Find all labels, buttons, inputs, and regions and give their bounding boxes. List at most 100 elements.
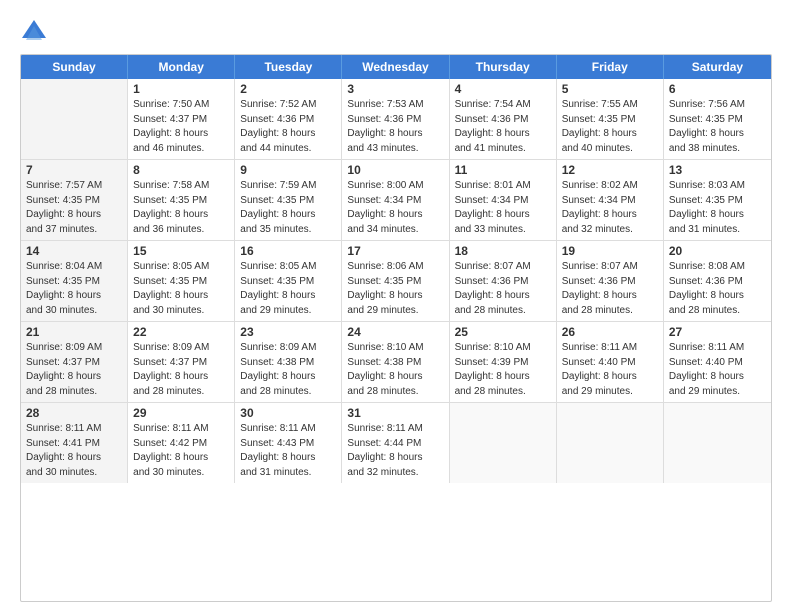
header	[20, 18, 772, 46]
day-number: 18	[455, 244, 551, 258]
day-info: Sunrise: 7:57 AMSunset: 4:35 PMDaylight:…	[26, 179, 122, 237]
calendar-cell: 13Sunrise: 8:03 AMSunset: 4:35 PMDayligh…	[664, 160, 771, 240]
logo-icon	[20, 18, 48, 46]
day-info: Sunrise: 8:00 AMSunset: 4:34 PMDaylight:…	[347, 179, 443, 237]
day-info: Sunrise: 8:05 AMSunset: 4:35 PMDaylight:…	[240, 260, 336, 318]
calendar-cell: 31 Sunrise: 8:11 AMSunset: 4:44 PMDayligh…	[342, 403, 449, 483]
calendar-cell: 9 Sunrise: 7:59 AMSunset: 4:35 PMDaylight…	[235, 160, 342, 240]
calendar-cell: 15Sunrise: 8:05 AMSunset: 4:35 PMDayligh…	[128, 241, 235, 321]
calendar: SundayMondayTuesdayWednesdayThursdayFrid…	[20, 54, 772, 602]
calendar-header: SundayMondayTuesdayWednesdayThursdayFrid…	[21, 55, 771, 79]
day-info: Sunrise: 8:10 AMSunset: 4:38 PMDaylight:…	[347, 341, 443, 399]
day-info: Sunrise: 7:53 AMSunset: 4:36 PMDaylight:…	[347, 98, 443, 156]
day-info: Sunrise: 8:11 AMSunset: 4:40 PMDaylight:…	[669, 341, 766, 399]
calendar-week: 21Sunrise: 8:09 AMSunset: 4:37 PMDayligh…	[21, 322, 771, 403]
calendar-cell: 21Sunrise: 8:09 AMSunset: 4:37 PMDayligh…	[21, 322, 128, 402]
day-info: Sunrise: 7:59 AMSunset: 4:35 PMDaylight:…	[240, 179, 336, 237]
day-number: 31	[347, 406, 443, 420]
day-number: 17	[347, 244, 443, 258]
day-info: Sunrise: 7:54 AMSunset: 4:36 PMDaylight:…	[455, 98, 551, 156]
day-number: 9	[240, 163, 336, 177]
calendar-cell: 26Sunrise: 8:11 AMSunset: 4:40 PMDayligh…	[557, 322, 664, 402]
calendar-cell: 22 Sunrise: 8:09 AMSunset: 4:37 PMDayligh…	[128, 322, 235, 402]
weekday-header: Wednesday	[342, 55, 449, 79]
day-number: 13	[669, 163, 766, 177]
day-info: Sunrise: 7:55 AMSunset: 4:35 PMDaylight:…	[562, 98, 658, 156]
day-info: Sunrise: 8:11 AMSunset: 4:44 PMDaylight:…	[347, 422, 443, 480]
calendar-cell	[664, 403, 771, 483]
day-number: 23	[240, 325, 336, 339]
calendar-cell: 1 Sunrise: 7:50 AMSunset: 4:37 PMDaylight…	[128, 79, 235, 159]
day-info: Sunrise: 8:10 AMSunset: 4:39 PMDaylight:…	[455, 341, 551, 399]
day-number: 8	[133, 163, 229, 177]
calendar-cell: 19 Sunrise: 8:07 AMSunset: 4:36 PMDayligh…	[557, 241, 664, 321]
calendar-page: SundayMondayTuesdayWednesdayThursdayFrid…	[0, 0, 792, 612]
day-number: 7	[26, 163, 122, 177]
day-info: Sunrise: 8:07 AMSunset: 4:36 PMDaylight:…	[455, 260, 551, 318]
day-info: Sunrise: 8:08 AMSunset: 4:36 PMDaylight:…	[669, 260, 766, 318]
day-info: Sunrise: 8:11 AMSunset: 4:42 PMDaylight:…	[133, 422, 229, 480]
calendar-cell: 30 Sunrise: 8:11 AMSunset: 4:43 PMDayligh…	[235, 403, 342, 483]
day-number: 22	[133, 325, 229, 339]
day-number: 30	[240, 406, 336, 420]
calendar-cell: 5 Sunrise: 7:55 AMSunset: 4:35 PMDaylight…	[557, 79, 664, 159]
calendar-week: 28 Sunrise: 8:11 AMSunset: 4:41 PMDayligh…	[21, 403, 771, 483]
calendar-cell: 28 Sunrise: 8:11 AMSunset: 4:41 PMDayligh…	[21, 403, 128, 483]
calendar-week: 1 Sunrise: 7:50 AMSunset: 4:37 PMDaylight…	[21, 79, 771, 160]
day-number: 20	[669, 244, 766, 258]
day-number: 5	[562, 82, 658, 96]
calendar-cell: 20 Sunrise: 8:08 AMSunset: 4:36 PMDayligh…	[664, 241, 771, 321]
calendar-cell	[557, 403, 664, 483]
day-info: Sunrise: 8:01 AMSunset: 4:34 PMDaylight:…	[455, 179, 551, 237]
day-info: Sunrise: 7:58 AMSunset: 4:35 PMDaylight:…	[133, 179, 229, 237]
day-number: 19	[562, 244, 658, 258]
day-info: Sunrise: 8:11 AMSunset: 4:41 PMDaylight:…	[26, 422, 122, 480]
day-info: Sunrise: 7:52 AMSunset: 4:36 PMDaylight:…	[240, 98, 336, 156]
calendar-cell: 24Sunrise: 8:10 AMSunset: 4:38 PMDayligh…	[342, 322, 449, 402]
day-number: 10	[347, 163, 443, 177]
calendar-cell: 25 Sunrise: 8:10 AMSunset: 4:39 PMDayligh…	[450, 322, 557, 402]
calendar-cell: 17Sunrise: 8:06 AMSunset: 4:35 PMDayligh…	[342, 241, 449, 321]
calendar-cell: 3 Sunrise: 7:53 AMSunset: 4:36 PMDaylight…	[342, 79, 449, 159]
day-number: 3	[347, 82, 443, 96]
calendar-cell: 7 Sunrise: 7:57 AMSunset: 4:35 PMDaylight…	[21, 160, 128, 240]
day-info: Sunrise: 8:04 AMSunset: 4:35 PMDaylight:…	[26, 260, 122, 318]
day-number: 2	[240, 82, 336, 96]
calendar-cell: 12Sunrise: 8:02 AMSunset: 4:34 PMDayligh…	[557, 160, 664, 240]
day-info: Sunrise: 8:11 AMSunset: 4:43 PMDaylight:…	[240, 422, 336, 480]
day-info: Sunrise: 8:07 AMSunset: 4:36 PMDaylight:…	[562, 260, 658, 318]
calendar-cell: 8 Sunrise: 7:58 AMSunset: 4:35 PMDaylight…	[128, 160, 235, 240]
calendar-cell: 2 Sunrise: 7:52 AMSunset: 4:36 PMDaylight…	[235, 79, 342, 159]
logo	[20, 18, 52, 46]
day-number: 14	[26, 244, 122, 258]
day-number: 11	[455, 163, 551, 177]
day-number: 16	[240, 244, 336, 258]
day-info: Sunrise: 8:05 AMSunset: 4:35 PMDaylight:…	[133, 260, 229, 318]
day-info: Sunrise: 8:09 AMSunset: 4:38 PMDaylight:…	[240, 341, 336, 399]
calendar-cell: 27Sunrise: 8:11 AMSunset: 4:40 PMDayligh…	[664, 322, 771, 402]
day-info: Sunrise: 8:09 AMSunset: 4:37 PMDaylight:…	[133, 341, 229, 399]
calendar-cell	[450, 403, 557, 483]
day-info: Sunrise: 8:09 AMSunset: 4:37 PMDaylight:…	[26, 341, 122, 399]
day-number: 29	[133, 406, 229, 420]
day-info: Sunrise: 8:11 AMSunset: 4:40 PMDaylight:…	[562, 341, 658, 399]
calendar-cell: 16 Sunrise: 8:05 AMSunset: 4:35 PMDayligh…	[235, 241, 342, 321]
calendar-cell: 14 Sunrise: 8:04 AMSunset: 4:35 PMDayligh…	[21, 241, 128, 321]
day-number: 6	[669, 82, 766, 96]
calendar-week: 14 Sunrise: 8:04 AMSunset: 4:35 PMDayligh…	[21, 241, 771, 322]
day-info: Sunrise: 7:50 AMSunset: 4:37 PMDaylight:…	[133, 98, 229, 156]
weekday-header: Monday	[128, 55, 235, 79]
day-number: 4	[455, 82, 551, 96]
calendar-week: 7 Sunrise: 7:57 AMSunset: 4:35 PMDaylight…	[21, 160, 771, 241]
day-number: 25	[455, 325, 551, 339]
weekday-header: Saturday	[664, 55, 771, 79]
weekday-header: Tuesday	[235, 55, 342, 79]
day-number: 12	[562, 163, 658, 177]
day-number: 28	[26, 406, 122, 420]
calendar-body: 1 Sunrise: 7:50 AMSunset: 4:37 PMDaylight…	[21, 79, 771, 483]
calendar-cell: 11 Sunrise: 8:01 AMSunset: 4:34 PMDayligh…	[450, 160, 557, 240]
calendar-cell: 18 Sunrise: 8:07 AMSunset: 4:36 PMDayligh…	[450, 241, 557, 321]
calendar-cell: 4 Sunrise: 7:54 AMSunset: 4:36 PMDaylight…	[450, 79, 557, 159]
day-info: Sunrise: 7:56 AMSunset: 4:35 PMDaylight:…	[669, 98, 766, 156]
day-number: 1	[133, 82, 229, 96]
